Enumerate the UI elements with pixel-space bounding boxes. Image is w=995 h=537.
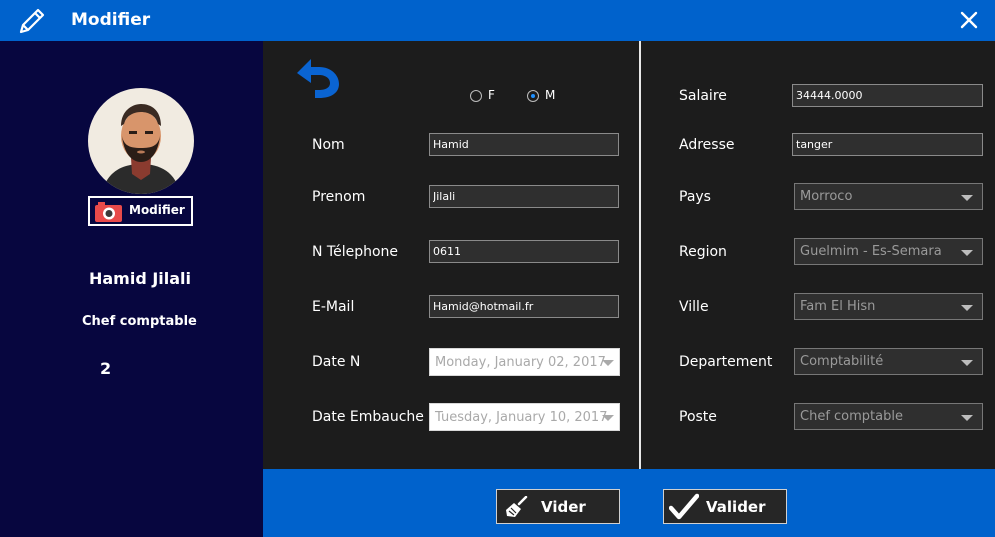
close-icon[interactable] [955, 6, 983, 34]
ville-label: Ville [679, 299, 709, 315]
departement-label: Departement [679, 354, 773, 370]
title-bar: Modifier [0, 0, 995, 41]
date-embauche-value: Tuesday, January 10, 2017 [435, 410, 608, 425]
profile-role: Chef comptable [82, 314, 197, 329]
salaire-label: Salaire [679, 88, 727, 104]
undo-arrow-icon[interactable] [293, 55, 343, 99]
date-embauche-label: Date Embauche [312, 409, 424, 425]
ville-value: Fam El Hisn [800, 299, 876, 314]
salaire-input[interactable] [792, 84, 983, 107]
prenom-label: Prenom [312, 189, 366, 205]
valider-label: Valider [706, 498, 766, 516]
chevron-down-icon [961, 195, 973, 201]
pays-label: Pays [679, 189, 711, 205]
poste-label: Poste [679, 409, 717, 425]
window-title: Modifier [71, 10, 151, 30]
change-photo-button[interactable]: Modifier [88, 196, 193, 226]
pencil-icon [19, 8, 45, 34]
vider-button[interactable]: Vider [496, 489, 620, 524]
radio-circle [470, 90, 482, 102]
poste-value: Chef comptable [800, 409, 903, 424]
pays-value: Morroco [800, 189, 853, 204]
avatar [88, 88, 194, 194]
date-naissance-picker[interactable]: Monday, January 02, 2017 [429, 348, 620, 376]
prenom-input[interactable] [429, 185, 619, 208]
chevron-down-icon [961, 415, 973, 421]
broom-icon [506, 496, 528, 517]
date-naissance-value: Monday, January 02, 2017 [435, 355, 606, 370]
region-label: Region [679, 244, 727, 260]
telephone-label: N Télephone [312, 244, 399, 260]
departement-value: Comptabilité [800, 354, 884, 369]
checkmark-icon [669, 493, 699, 520]
poste-select[interactable]: Chef comptable [794, 403, 983, 430]
adresse-label: Adresse [679, 137, 735, 153]
column-divider [639, 41, 641, 469]
change-photo-label: Modifier [129, 203, 185, 217]
chevron-down-icon [602, 415, 614, 421]
profile-name: Hamid Jilali [88, 269, 192, 288]
radio-selected-dot [531, 94, 535, 98]
ville-select[interactable]: Fam El Hisn [794, 293, 983, 320]
chevron-down-icon [961, 250, 973, 256]
chevron-down-icon [961, 360, 973, 366]
profile-sidebar: Modifier Hamid Jilali Chef comptable 2 [0, 41, 263, 537]
pays-select[interactable]: Morroco [794, 183, 983, 210]
telephone-input[interactable] [429, 240, 619, 263]
valider-button[interactable]: Valider [663, 489, 787, 524]
chevron-down-icon [602, 360, 614, 366]
camera-icon [95, 202, 122, 222]
gender-label-f: F [488, 88, 495, 102]
chevron-down-icon [961, 305, 973, 311]
email-input[interactable] [429, 295, 619, 318]
gender-label-m: M [545, 88, 556, 102]
nom-input[interactable] [429, 133, 619, 156]
email-label: E-Mail [312, 299, 355, 315]
radio-circle [527, 90, 539, 102]
vider-label: Vider [541, 498, 586, 516]
region-select[interactable]: Guelmim - Es-Semara [794, 238, 983, 265]
departement-select[interactable]: Comptabilité [794, 348, 983, 375]
action-footer [263, 469, 995, 537]
date-embauche-picker[interactable]: Tuesday, January 10, 2017 [429, 403, 620, 431]
adresse-input[interactable] [792, 133, 983, 156]
profile-id: 2 [100, 359, 112, 378]
region-value: Guelmim - Es-Semara [800, 244, 942, 259]
date-naissance-label: Date N [312, 354, 361, 370]
nom-label: Nom [312, 137, 345, 153]
